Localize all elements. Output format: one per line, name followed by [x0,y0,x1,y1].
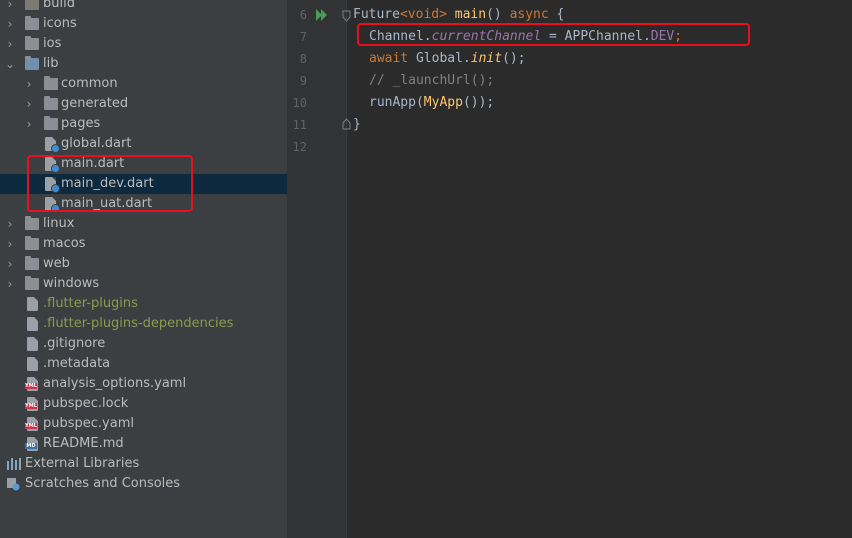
tree-item-readme[interactable]: MD README.md [0,434,287,454]
tree-item-analysis-options[interactable]: YML analysis_options.yaml [0,374,287,394]
markdown-file-icon: MD [25,437,38,451]
tree-item-flutter-plugins-dependencies[interactable]: .flutter-plugins-dependencies [0,314,287,334]
tree-item-label: pubspec.yaml [43,416,134,431]
folder-icon [44,96,58,110]
tree-item-gitignore[interactable]: .gitignore [0,334,287,354]
project-tree: › build › icons › ios ⌄ lib › common › g… [0,0,287,538]
tree-item-label: pubspec.lock [43,396,129,411]
folder-icon [25,0,39,10]
tree-item-label: .gitignore [43,336,106,351]
tree-item-label: External Libraries [25,456,140,471]
code-line-8: await Global.init(); [369,51,526,66]
expand-arrow-icon[interactable]: › [23,94,35,114]
web-folder-icon [25,256,39,270]
tree-item-global-dart[interactable]: global.dart [0,134,287,154]
folder-icon [25,236,39,250]
fold-end-icon[interactable] [342,118,351,130]
tree-item-external-libraries[interactable]: External Libraries [0,454,287,474]
line-number: 9 [299,74,307,88]
tree-item-ios[interactable]: › ios [0,34,287,54]
code-line-9: // _launchUrl(); [369,73,495,88]
tree-item-label: global.dart [61,136,132,151]
tree-item-label: ios [43,36,62,51]
tree-item-icons[interactable]: › icons [0,14,287,34]
folder-icon [25,56,39,70]
tree-item-label: generated [61,96,129,111]
line-number: 10 [292,96,307,110]
code-line-11: } [353,117,361,132]
scratches-icon [7,478,20,491]
tree-item-pubspec-yaml[interactable]: YML pubspec.yaml [0,414,287,434]
tree-item-label: README.md [43,436,124,451]
file-icon [27,317,38,331]
line-number: 7 [299,30,307,44]
tree-item-label: common [61,76,118,91]
tree-item-pages[interactable]: › pages [0,114,287,134]
tree-item-lib[interactable]: ⌄ lib [0,54,287,74]
tree-item-label: linux [43,216,75,231]
dart-file-icon [45,137,60,153]
tree-item-linux[interactable]: › linux [0,214,287,234]
yaml-file-icon: YML [25,417,38,431]
tree-item-scratches[interactable]: Scratches and Consoles [0,474,287,494]
tree-item-metadata[interactable]: .metadata [0,354,287,374]
tree-item-label: macos [43,236,86,251]
folder-icon [25,216,39,230]
tree-item-windows[interactable]: › windows [0,274,287,294]
tree-item-build[interactable]: › build [0,0,287,14]
gutter-divider [346,0,347,538]
tree-item-pubspec-lock[interactable]: YML pubspec.lock [0,394,287,414]
tree-item-label: .metadata [43,356,111,371]
folder-icon [44,76,58,90]
fold-icon[interactable] [342,10,351,22]
line-number: 8 [299,52,307,66]
yaml-file-icon: YML [25,377,38,391]
folder-icon [44,116,58,130]
tree-item-macos[interactable]: › macos [0,234,287,254]
line-number: 6 [299,8,307,22]
expand-arrow-icon[interactable]: › [4,274,16,294]
code-editor[interactable]: 6 7 8 9 10 11 12 Future<void> main() asy… [287,0,852,538]
folder-icon [25,16,39,30]
expand-arrow-icon[interactable]: › [4,254,16,274]
expand-arrow-icon[interactable]: › [23,114,35,134]
expand-arrow-icon[interactable]: › [4,14,16,34]
run-icon[interactable] [315,8,329,22]
file-icon [27,297,38,311]
tree-item-label: .flutter-plugins [43,296,138,311]
code-line-10: runApp(MyApp()); [369,95,495,110]
expand-arrow-icon[interactable]: › [4,214,16,234]
tree-item-label: icons [43,16,77,31]
tree-item-label: pages [61,116,101,131]
line-number: 11 [292,118,307,132]
tree-item-web[interactable]: › web [0,254,287,274]
gitignore-file-icon [27,337,38,351]
highlight-box-channel-line [357,23,750,46]
file-icon [27,357,38,371]
tree-item-common[interactable]: › common [0,74,287,94]
collapse-arrow-icon[interactable]: ⌄ [4,54,16,74]
tree-item-label: analysis_options.yaml [43,376,187,391]
tree-item-generated[interactable]: › generated [0,94,287,114]
expand-arrow-icon[interactable]: › [23,74,35,94]
tree-item-label: .flutter-plugins-dependencies [43,316,234,331]
highlight-box-main-files [27,155,193,212]
expand-arrow-icon[interactable]: › [4,34,16,54]
tree-item-flutter-plugins[interactable]: .flutter-plugins [0,294,287,314]
folder-icon [25,276,39,290]
expand-arrow-icon[interactable]: › [4,0,16,14]
folder-icon [25,36,39,50]
tree-item-label: lib [43,56,59,71]
yaml-file-icon: YML [25,397,38,411]
tree-item-label: windows [43,276,100,291]
line-number: 12 [292,140,307,154]
tree-item-label: build [43,0,75,11]
expand-arrow-icon[interactable]: › [4,234,16,254]
tree-item-label: Scratches and Consoles [25,476,181,491]
tree-item-label: web [43,256,70,271]
library-icon [7,458,21,470]
